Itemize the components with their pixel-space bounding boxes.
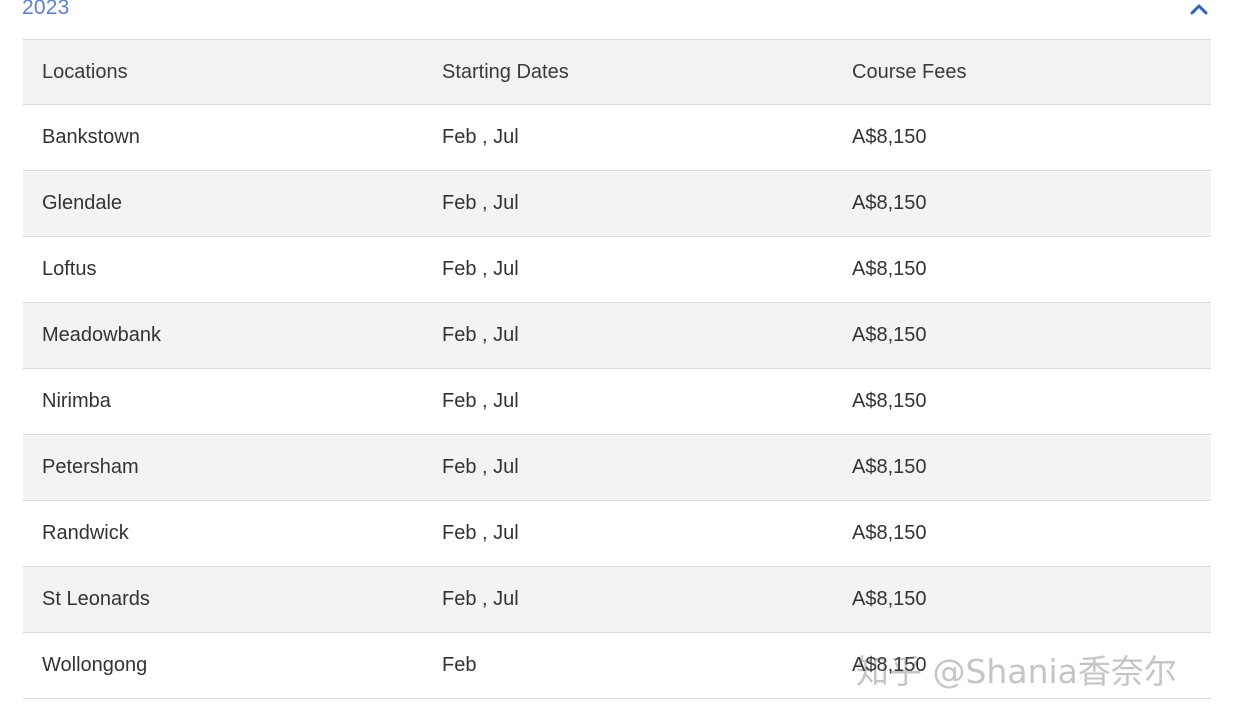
- fee-cell: A$8,150: [833, 566, 1211, 633]
- location-cell: St Leonards: [23, 566, 423, 633]
- table-row: Meadowbank Feb , Jul A$8,150: [23, 302, 1211, 369]
- fee-cell: A$8,150: [833, 170, 1211, 237]
- dates-cell: Feb , Jul: [423, 434, 833, 501]
- table-row: Glendale Feb , Jul A$8,150: [23, 170, 1211, 237]
- location-cell: Loftus: [23, 236, 423, 303]
- dates-cell: Feb , Jul: [423, 104, 833, 171]
- dates-cell: Feb , Jul: [423, 302, 833, 369]
- course-fees-table: Locations Starting Dates Course Fees Ban…: [23, 39, 1211, 699]
- location-cell: Petersham: [23, 434, 423, 501]
- table-row: Loftus Feb , Jul A$8,150: [23, 236, 1211, 303]
- location-cell: Glendale: [23, 170, 423, 237]
- table-row: Wollongong Feb A$8,150: [23, 632, 1211, 699]
- dates-cell: Feb , Jul: [423, 368, 833, 435]
- fee-cell: A$8,150: [833, 500, 1211, 567]
- fee-cell: A$8,150: [833, 632, 1211, 699]
- fee-cell: A$8,150: [833, 104, 1211, 171]
- table-row: St Leonards Feb , Jul A$8,150: [23, 566, 1211, 633]
- location-cell: Bankstown: [23, 104, 423, 171]
- header-course-fees: Course Fees: [833, 39, 1211, 105]
- fee-cell: A$8,150: [833, 236, 1211, 303]
- location-cell: Wollongong: [23, 632, 423, 699]
- table-header-row: Locations Starting Dates Course Fees: [23, 39, 1211, 105]
- dates-cell: Feb , Jul: [423, 170, 833, 237]
- year-label: 2023: [22, 0, 70, 19]
- table-row: Nirimba Feb , Jul A$8,150: [23, 368, 1211, 435]
- table-row: Petersham Feb , Jul A$8,150: [23, 434, 1211, 501]
- fee-cell: A$8,150: [833, 302, 1211, 369]
- dates-cell: Feb , Jul: [423, 236, 833, 303]
- location-cell: Randwick: [23, 500, 423, 567]
- dates-cell: Feb , Jul: [423, 500, 833, 567]
- fee-cell: A$8,150: [833, 434, 1211, 501]
- dates-cell: Feb , Jul: [423, 566, 833, 633]
- dates-cell: Feb: [423, 632, 833, 699]
- chevron-up-icon[interactable]: [1190, 2, 1208, 16]
- accordion-header-2023[interactable]: 2023: [22, 0, 1212, 26]
- table-row: Randwick Feb , Jul A$8,150: [23, 500, 1211, 567]
- location-cell: Meadowbank: [23, 302, 423, 369]
- header-starting-dates: Starting Dates: [423, 39, 833, 105]
- table-row: Bankstown Feb , Jul A$8,150: [23, 104, 1211, 171]
- fee-cell: A$8,150: [833, 368, 1211, 435]
- location-cell: Nirimba: [23, 368, 423, 435]
- header-locations: Locations: [23, 39, 423, 105]
